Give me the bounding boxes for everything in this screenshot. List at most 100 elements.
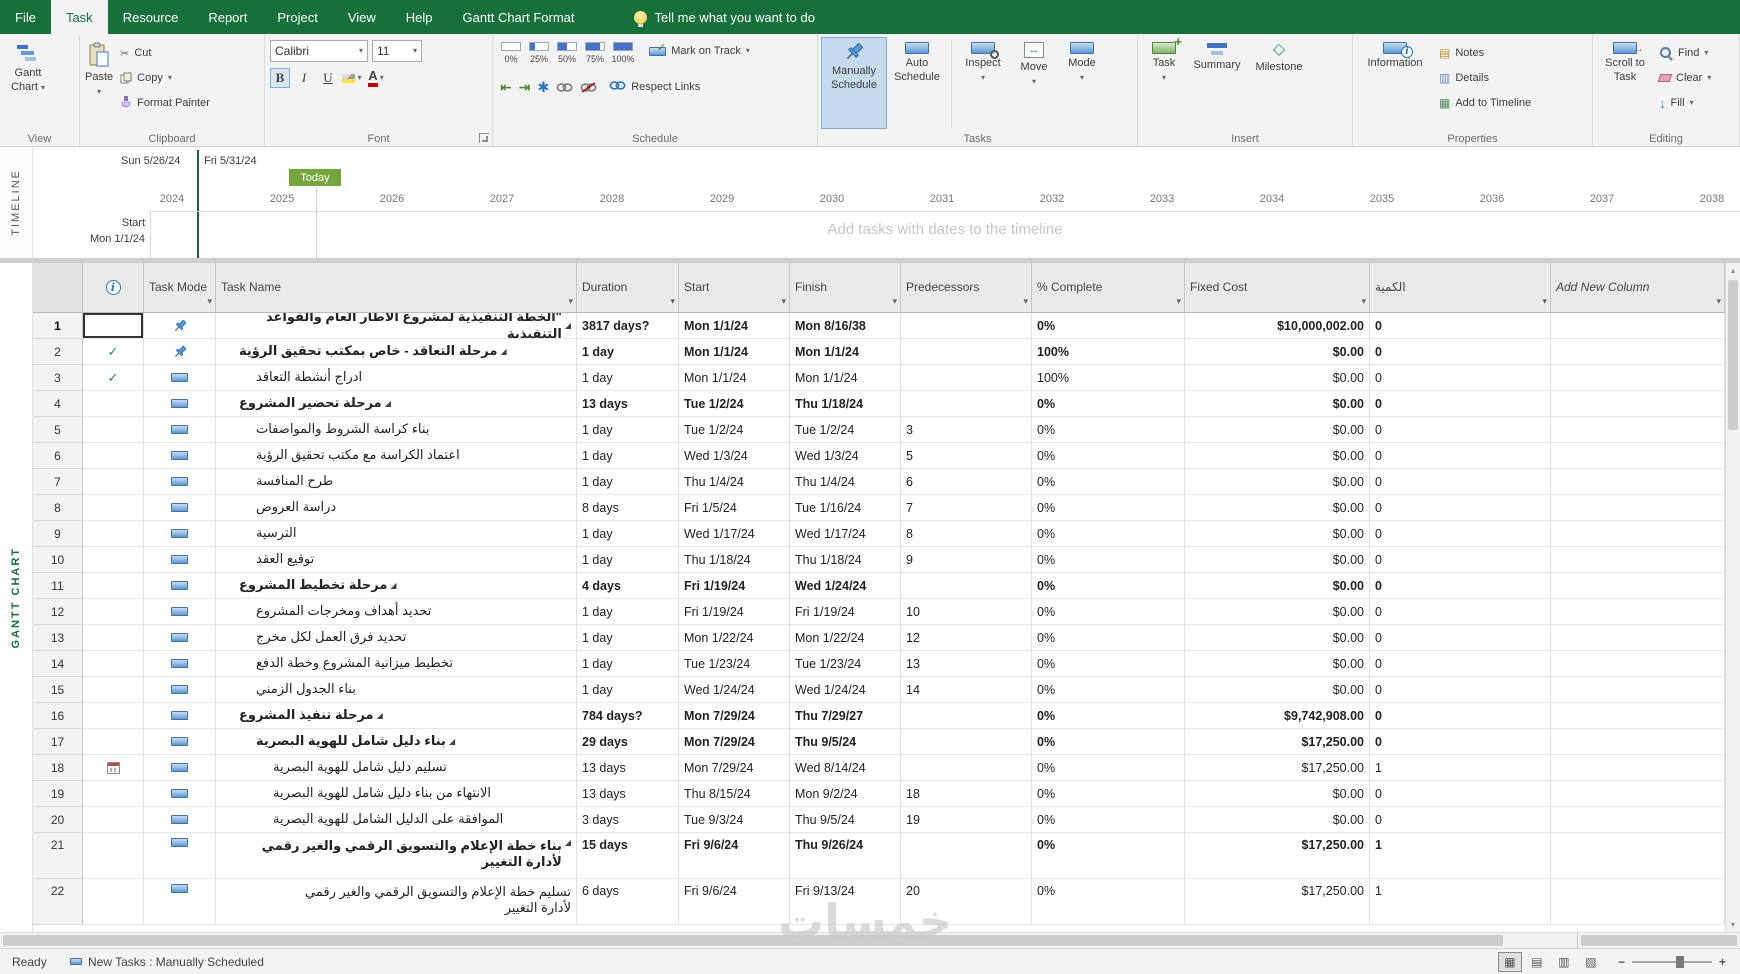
task-name-cell[interactable]: اعتماد الكراسة مع مكتب تحقيق الرؤية (216, 443, 577, 469)
percent-complete-cell[interactable]: 0% (1032, 807, 1185, 833)
predecessors-cell[interactable] (901, 729, 1032, 755)
duration-cell[interactable]: 1 day (577, 417, 679, 443)
quantity-cell[interactable]: 0 (1370, 443, 1551, 469)
indent-task-icon[interactable]: ⇥ (519, 80, 531, 94)
finish-date-cell[interactable]: Mon 1/1/24 (790, 339, 901, 365)
task-name-cell[interactable]: توقيع العقد (216, 547, 577, 573)
task-mode-cell[interactable] (144, 677, 216, 703)
percent-complete-cell[interactable]: 0% (1032, 677, 1185, 703)
percent-complete-cell[interactable]: 0% (1032, 573, 1185, 599)
finish-date-cell[interactable]: Mon 9/2/24 (790, 781, 901, 807)
column-header-mode[interactable]: Task Mode ▾ (144, 263, 216, 313)
scroll-up-icon[interactable]: ▴ (1726, 263, 1740, 278)
info-indicator-cell[interactable] (83, 521, 144, 547)
info-indicator-cell[interactable] (83, 651, 144, 677)
predecessors-cell[interactable]: 5 (901, 443, 1032, 469)
duration-cell[interactable]: 1 day (577, 547, 679, 573)
quantity-cell[interactable]: 0 (1370, 417, 1551, 443)
fixed-cost-cell[interactable]: $0.00 (1185, 651, 1370, 677)
info-indicator-cell[interactable] (83, 417, 144, 443)
predecessors-cell[interactable] (901, 573, 1032, 599)
fixed-cost-cell[interactable]: $17,250.00 (1185, 833, 1370, 879)
finish-date-cell[interactable]: Thu 9/5/24 (790, 807, 901, 833)
info-indicator-cell[interactable] (83, 677, 144, 703)
menu-tab-file[interactable]: File (0, 0, 51, 34)
menu-tab-report[interactable]: Report (193, 0, 262, 34)
predecessors-cell[interactable]: 8 (901, 521, 1032, 547)
quantity-cell[interactable]: 0 (1370, 365, 1551, 391)
task-name-cell[interactable]: الموافقة على الدليل الشامل للهوية البصري… (216, 807, 577, 833)
menu-tab-help[interactable]: Help (391, 0, 448, 34)
add-new-column-cell[interactable] (1551, 807, 1725, 833)
font-color-button[interactable]: A ▾ (366, 68, 386, 88)
add-new-column-cell[interactable] (1551, 781, 1725, 807)
italic-button[interactable]: I (294, 68, 314, 88)
predecessors-cell[interactable] (901, 339, 1032, 365)
task-name-cell[interactable]: تحديد أهداف ومخرجات المشروع (216, 599, 577, 625)
add-new-column-cell[interactable] (1551, 833, 1725, 879)
insert-summary-button[interactable]: Summary (1187, 37, 1247, 129)
finish-date-cell[interactable]: Thu 1/4/24 (790, 469, 901, 495)
task-name-cell[interactable]: بناء كراسة الشروط والمواصفات (216, 417, 577, 443)
fixed-cost-cell[interactable]: $0.00 (1185, 365, 1370, 391)
task-name-cell[interactable]: "الخطة التنفيذية لمشروع الاطار العام وال… (216, 313, 577, 339)
finish-date-cell[interactable]: Thu 1/18/24 (790, 547, 901, 573)
quantity-cell[interactable]: 0 (1370, 391, 1551, 417)
task-mode-cell[interactable] (144, 625, 216, 651)
finish-date-cell[interactable]: Mon 1/1/24 (790, 365, 901, 391)
start-date-cell[interactable]: Mon 7/29/24 (679, 755, 790, 781)
font-size-select[interactable]: 11 ▾ (372, 40, 422, 62)
task-mode-cell[interactable] (144, 417, 216, 443)
finish-date-cell[interactable]: Mon 8/16/38 (790, 313, 901, 339)
column-header-qty[interactable]: الكمية ▾ (1370, 263, 1551, 313)
task-mode-cell[interactable] (144, 313, 216, 339)
quantity-cell[interactable]: 1 (1370, 879, 1551, 925)
filter-arrow-icon[interactable]: ▾ (1361, 296, 1366, 307)
row-number-cell[interactable]: 14 (33, 651, 83, 677)
filter-arrow-icon[interactable]: ▾ (892, 296, 897, 307)
scroll-down-icon[interactable]: ▾ (1726, 917, 1740, 932)
fixed-cost-cell[interactable]: $0.00 (1185, 443, 1370, 469)
task-name-cell[interactable]: مرحلة تخطيط المشروع ◢ (216, 573, 577, 599)
task-mode-cell[interactable] (144, 573, 216, 599)
finish-date-cell[interactable]: Wed 1/3/24 (790, 443, 901, 469)
task-name-cell[interactable]: مرحلة تحضير المشروع ◢ (216, 391, 577, 417)
filter-arrow-icon[interactable]: ▾ (568, 296, 573, 307)
row-number-cell[interactable]: 9 (33, 521, 83, 547)
finish-date-cell[interactable]: Wed 1/24/24 (790, 573, 901, 599)
task-name-cell[interactable]: الانتهاء من بناء دليل شامل للهوية البصري… (216, 781, 577, 807)
add-new-column-cell[interactable] (1551, 469, 1725, 495)
predecessors-cell[interactable]: 3 (901, 417, 1032, 443)
quantity-cell[interactable]: 0 (1370, 469, 1551, 495)
details-button[interactable]: ▥ Details (1434, 67, 1536, 89)
row-number-cell[interactable]: 18 (33, 755, 83, 781)
percent-complete-cell[interactable]: 0% (1032, 313, 1185, 339)
info-indicator-cell[interactable] (83, 599, 144, 625)
predecessors-cell[interactable] (901, 833, 1032, 879)
summary-collapse-icon[interactable]: ◢ (390, 581, 396, 590)
clear-button[interactable]: Clear ▾ (1654, 67, 1716, 89)
summary-collapse-icon[interactable]: ◢ (565, 838, 571, 847)
fill-button[interactable]: ↓ Fill ▾ (1654, 92, 1716, 114)
task-mode-cell[interactable] (144, 365, 216, 391)
task-mode-cell[interactable] (144, 469, 216, 495)
percent-complete-cell[interactable]: 0% (1032, 833, 1185, 879)
start-date-cell[interactable]: Mon 7/29/24 (679, 703, 790, 729)
start-date-cell[interactable]: Mon 1/22/24 (679, 625, 790, 651)
filter-arrow-icon[interactable]: ▾ (1023, 296, 1028, 307)
fixed-cost-cell[interactable]: $10,000,002.00 (1185, 313, 1370, 339)
info-indicator-cell[interactable] (83, 391, 144, 417)
move-button[interactable]: ↔ Move ▾ (1010, 37, 1058, 129)
fixed-cost-cell[interactable]: $0.00 (1185, 677, 1370, 703)
percent-complete-cell[interactable]: 0% (1032, 703, 1185, 729)
quantity-cell[interactable]: 0 (1370, 703, 1551, 729)
percent-complete-cell[interactable]: 0% (1032, 879, 1185, 925)
add-new-column-cell[interactable] (1551, 365, 1725, 391)
add-to-timeline-button[interactable]: ▦ Add to Timeline (1434, 92, 1536, 114)
column-header-num[interactable] (33, 263, 83, 313)
new-tasks-mode-indicator[interactable]: New Tasks : Manually Scheduled (70, 955, 264, 969)
duration-cell[interactable]: 1 day (577, 625, 679, 651)
quantity-cell[interactable]: 0 (1370, 547, 1551, 573)
percent-complete-cell[interactable]: 0% (1032, 781, 1185, 807)
add-new-column-cell[interactable] (1551, 879, 1725, 925)
